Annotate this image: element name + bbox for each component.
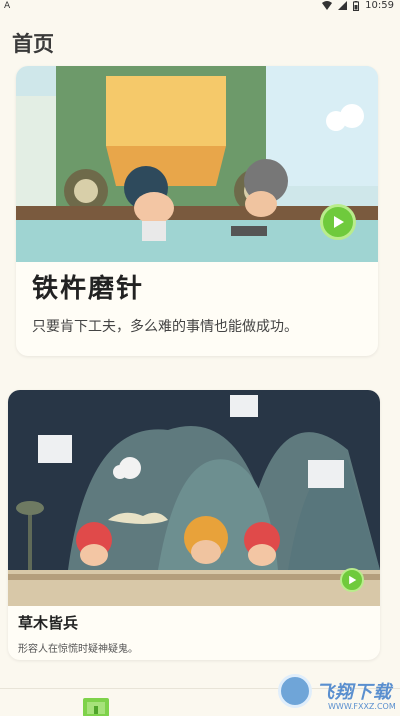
watermark-logo: 飞翔下载 WWW.FXXZ.COM [278, 672, 400, 716]
play-button[interactable] [320, 204, 356, 240]
story-card[interactable]: 铁杵磨针 只要肯下工夫，多么难的事情也能做成功。 [16, 66, 378, 356]
story-title: 草木皆兵 [18, 614, 79, 632]
page-title: 首页 [12, 32, 54, 56]
status-time: 10:59 [365, 0, 394, 11]
status-indicator: A [4, 1, 11, 11]
watermark-url: WWW.FXXZ.COM [328, 702, 396, 711]
story-cover-image [8, 390, 380, 606]
story-description: 形容人在惊慌时疑神疑鬼。 [18, 644, 138, 655]
play-button[interactable] [340, 568, 364, 592]
watermark-name: 飞翔下载 [316, 682, 392, 703]
wifi-icon [322, 1, 333, 10]
play-icon [349, 575, 357, 585]
status-bar: A 10:59 [0, 0, 400, 14]
signal-icon [338, 1, 348, 10]
story-card[interactable]: 草木皆兵 形容人在惊慌时疑神疑鬼。 [8, 390, 380, 660]
nav-tab-home[interactable] [82, 695, 110, 716]
story-description: 只要肯下工夫，多么难的事情也能做成功。 [32, 319, 298, 335]
home-icon [83, 698, 109, 716]
story-title: 铁杵磨针 [32, 274, 145, 304]
battery-icon [353, 0, 360, 11]
watermark-emblem-icon [278, 674, 312, 708]
play-icon [334, 216, 344, 228]
